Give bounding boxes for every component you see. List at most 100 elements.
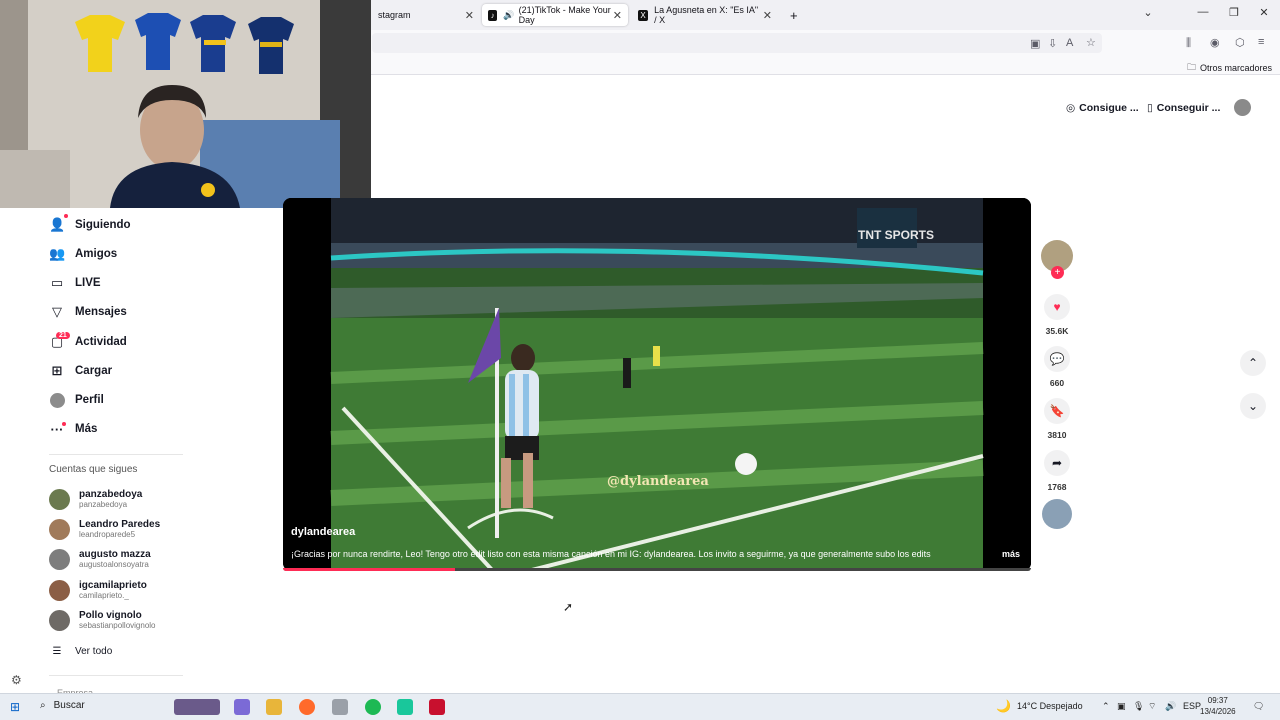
notifications-icon[interactable]: 🗨	[1253, 701, 1264, 712]
save-button[interactable]: 🔖 3810	[1041, 398, 1073, 440]
like-button[interactable]: ♥ 35.6K	[1041, 294, 1073, 336]
video-author[interactable]: dylandearea	[291, 526, 355, 538]
tiktok-favicon-icon: ♪	[488, 9, 498, 21]
following-account[interactable]: augusto mazza augustoalonsoyatra	[49, 546, 151, 572]
search-icon: ⌕	[40, 700, 46, 711]
sound-avatar[interactable]	[1041, 499, 1073, 529]
creator-avatar[interactable]: +	[1041, 240, 1073, 279]
bookmark-icon: 🔖	[1044, 398, 1070, 424]
sidebar-item-mensajes[interactable]: ▽ Mensajes	[49, 302, 127, 322]
sidebar-item-perfil[interactable]: Perfil	[49, 390, 104, 410]
tab-list-icon[interactable]: ⌄	[1138, 6, 1158, 19]
weather-moon-icon: 🌙	[996, 699, 1011, 713]
video-player[interactable]: TNT SPORTS	[283, 198, 1031, 571]
bookmark-star-icon[interactable]: ☆	[1086, 36, 1096, 49]
list-icon: ☰	[52, 645, 62, 657]
windows-start-icon[interactable]: ⊞	[10, 700, 20, 714]
heart-icon: ♥	[1044, 294, 1070, 320]
video-progress-fill	[283, 568, 456, 571]
video-progress-bar[interactable]	[283, 568, 1031, 571]
maximize-icon[interactable]: ❐	[1224, 6, 1244, 19]
taskbar-search[interactable]: ⌕ Buscar	[40, 700, 85, 711]
see-all-link[interactable]: ☰ Ver todo	[49, 641, 113, 661]
video-caption: ¡Gracias por nunca rendirte, Leo! Tengo …	[291, 549, 931, 559]
screenshot-icon[interactable]: ▣	[1030, 37, 1040, 50]
mouse-cursor: ➚	[563, 600, 574, 614]
caption-more-link[interactable]: más	[1002, 549, 1020, 559]
share-icon: ➦	[1044, 450, 1070, 476]
comment-button[interactable]: 💬 660	[1041, 346, 1073, 388]
following-account[interactable]: panzabedoya panzabedoya	[49, 486, 142, 512]
broadcaster-logo: TNT SPORTS	[858, 228, 935, 242]
following-account[interactable]: Pollo vignolo sebastianpollovignolo	[49, 607, 156, 633]
close-tab-icon[interactable]: ✕	[763, 9, 772, 22]
microphone-icon[interactable]: 🎙	[1133, 701, 1144, 712]
sidebar-item-live[interactable]: ▭ LIVE	[49, 273, 101, 293]
speaker-icon[interactable]: 🔊	[503, 10, 514, 21]
new-tab-button[interactable]: +	[784, 4, 804, 26]
avatar	[49, 548, 70, 570]
obs-icon[interactable]	[429, 699, 445, 715]
volume-icon[interactable]: 🔊	[1165, 701, 1176, 712]
network-icon[interactable]: ▣	[1117, 701, 1126, 712]
sidebar-divider	[49, 454, 183, 455]
app-icon[interactable]	[332, 699, 348, 715]
copilot-icon[interactable]	[234, 699, 250, 715]
activity-badge: 21	[56, 332, 70, 339]
sidebar-divider	[49, 675, 183, 676]
video-watermark: @dylandearea	[607, 474, 709, 489]
firefox-icon[interactable]	[299, 699, 315, 715]
following-section-title: Cuentas que sigues	[49, 464, 138, 475]
download-icon[interactable]: ⇩	[1048, 37, 1057, 50]
close-window-icon[interactable]: ✕	[1254, 6, 1274, 19]
close-tab-icon[interactable]: ✕	[613, 9, 622, 22]
spotify-icon[interactable]	[365, 699, 381, 715]
account-icon[interactable]: ◉	[1210, 36, 1220, 49]
sidebar-item-mas[interactable]: ··· Más	[49, 419, 98, 439]
send-icon: ▽	[52, 304, 62, 319]
x-favicon-icon: X	[638, 9, 649, 21]
folder-icon: 🗀	[1186, 62, 1196, 72]
settings-gear-icon[interactable]: ⚙	[11, 673, 22, 687]
sidebar-item-siguiendo[interactable]: 👤 Siguiendo	[49, 215, 131, 235]
url-bar[interactable]	[372, 33, 1102, 53]
tab-x[interactable]: X La Agusneta en X: "Es IA" / X ✕	[632, 4, 778, 26]
extensions-icon[interactable]: ⬡	[1235, 36, 1245, 49]
following-account[interactable]: Leandro Paredes leandroparede5	[49, 516, 160, 542]
get-app-button[interactable]: ▯ Conseguir ...	[1147, 98, 1220, 118]
tab-instagram[interactable]: stagram ✕	[372, 4, 480, 26]
other-bookmarks[interactable]: 🗀 Otros marcadores	[1187, 60, 1272, 76]
library-icon[interactable]: ⫼	[1186, 37, 1191, 50]
tab-tiktok[interactable]: ♪ 🔊 (21)TikTok - Make Your Day ✕	[482, 4, 628, 26]
widget-thumbnail[interactable]	[174, 699, 220, 715]
chevron-down-icon: ⌄	[1247, 399, 1259, 413]
file-explorer-icon[interactable]	[266, 699, 282, 715]
close-tab-icon[interactable]: ✕	[465, 9, 474, 22]
tray-chevron-icon[interactable]: ⌃	[1102, 701, 1110, 712]
whatsapp-icon[interactable]	[397, 699, 413, 715]
share-button[interactable]: ➦ 1768	[1041, 450, 1073, 492]
follow-plus-icon[interactable]: +	[1051, 266, 1064, 279]
wifi-icon[interactable]: ⌔	[1148, 701, 1156, 712]
coin-icon: ◎	[1066, 102, 1076, 114]
phone-icon: ▯	[1147, 102, 1153, 114]
taskbar-clock[interactable]: 09:37 13/4/2026	[1200, 695, 1236, 717]
sidebar-item-amigos[interactable]: 👥 Amigos	[49, 244, 117, 264]
menu-icon[interactable]: ≡	[1258, 36, 1264, 48]
weather-text[interactable]: 14°C Despejado	[1017, 701, 1083, 711]
profile-icon	[49, 392, 65, 409]
user-avatar[interactable]	[1234, 99, 1251, 116]
upload-icon: ⊞	[51, 363, 63, 378]
chevron-up-icon: ⌃	[1247, 356, 1259, 370]
sidebar-item-cargar[interactable]: ⊞ Cargar	[49, 361, 113, 381]
get-coins-button[interactable]: ◎ Consigue ...	[1066, 98, 1139, 118]
translate-icon[interactable]: A	[1066, 37, 1073, 49]
notification-dot	[62, 422, 66, 426]
live-icon: ▭	[50, 275, 64, 290]
following-account[interactable]: igcamilaprieto camilaprieto._	[49, 577, 147, 603]
language-indicator[interactable]: ESP	[1183, 701, 1201, 711]
user-plus-icon: 👤	[49, 217, 66, 232]
previous-video-button[interactable]: ⌃	[1240, 350, 1266, 376]
next-video-button[interactable]: ⌄	[1240, 393, 1266, 419]
minimize-icon[interactable]: —	[1193, 6, 1213, 18]
